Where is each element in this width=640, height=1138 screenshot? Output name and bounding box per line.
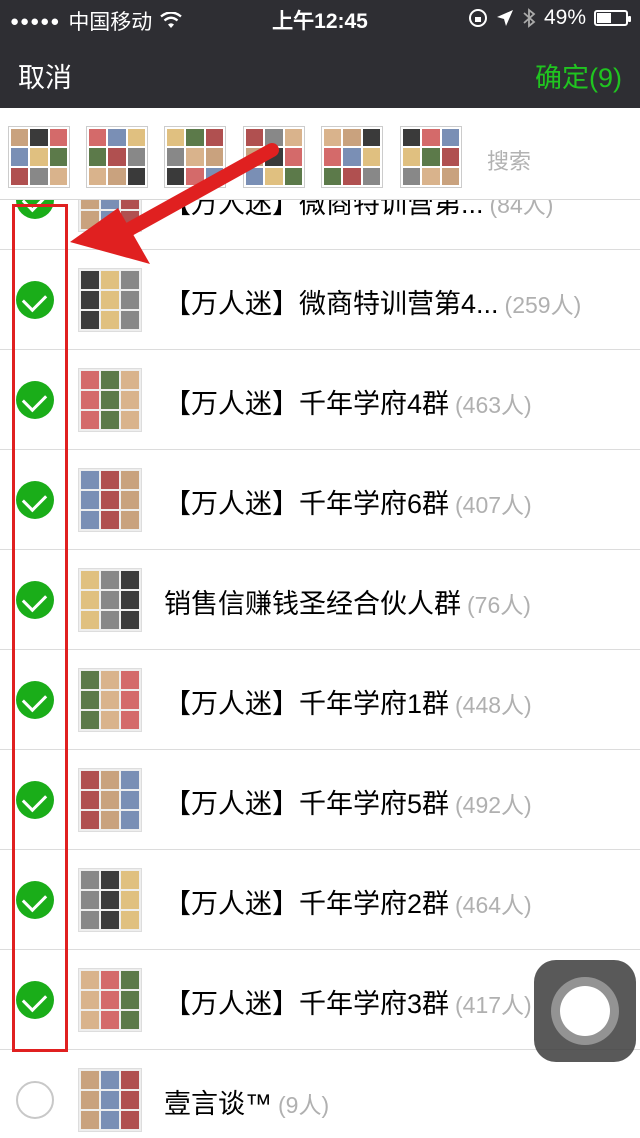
selected-group-avatar[interactable] (86, 126, 148, 188)
group-member-count: (463人) (455, 392, 532, 418)
group-avatar (78, 768, 142, 832)
selected-group-avatar[interactable] (164, 126, 226, 188)
group-name-text: 【万人迷】千年学府1群 (164, 689, 450, 719)
group-name-text: 【万人迷】千年学府4群 (164, 389, 450, 419)
group-member-count: (417人) (455, 992, 532, 1018)
checked-checkbox-icon[interactable] (16, 581, 54, 619)
group-name-text: 【万人迷】千年学府5群 (164, 789, 450, 819)
checked-checkbox-icon[interactable] (16, 381, 54, 419)
selected-group-avatar[interactable] (400, 126, 462, 188)
group-name-text: 【万人迷】千年学府3群 (164, 989, 450, 1019)
group-avatar (78, 868, 142, 932)
group-name: 【万人迷】微商特训营第... (84人) (164, 200, 553, 221)
unchecked-checkbox-icon[interactable] (16, 1081, 54, 1119)
group-row[interactable]: 【万人迷】千年学府5群 (492人) (0, 750, 640, 850)
group-avatar (78, 368, 142, 432)
search-input[interactable]: 搜索 (487, 144, 531, 176)
group-row[interactable]: 【万人迷】微商特训营第4... (259人) (0, 250, 640, 350)
group-avatar (78, 968, 142, 1032)
group-name-text: 【万人迷】微商特训营第4... (164, 289, 499, 319)
group-member-count: (464人) (455, 892, 532, 918)
checked-checkbox-icon[interactable] (16, 881, 54, 919)
group-member-count: (407人) (455, 492, 532, 518)
group-member-count: (259人) (504, 292, 582, 318)
selected-groups-bar (0, 108, 640, 200)
group-name: 壹言谈™ (9人) (164, 1082, 329, 1121)
group-row[interactable]: 【万人迷】微商特训营第... (84人) (0, 200, 640, 250)
checked-checkbox-icon[interactable] (16, 981, 54, 1019)
group-name: 【万人迷】千年学府4群 (463人) (164, 382, 532, 421)
checked-checkbox-icon[interactable] (16, 281, 54, 319)
rotation-lock-icon (468, 9, 487, 27)
group-name-text: 【万人迷】微商特训营第... (164, 200, 484, 219)
group-name: 【万人迷】微商特训营第4... (259人) (164, 282, 581, 321)
group-name: 【万人迷】千年学府1群 (448人) (164, 682, 532, 721)
group-member-count: (76人) (467, 592, 531, 618)
group-member-count: (9人) (278, 1092, 330, 1118)
group-row[interactable]: 销售信赚钱圣经合伙人群 (76人) (0, 550, 640, 650)
checked-checkbox-icon[interactable] (16, 481, 54, 519)
group-row[interactable]: 【万人迷】千年学府2群 (464人) (0, 850, 640, 950)
group-member-count: (84人) (489, 200, 554, 218)
group-name-text: 【万人迷】千年学府2群 (164, 889, 450, 919)
group-name-text: 销售信赚钱圣经合伙人群 (164, 589, 461, 619)
group-avatar (78, 200, 142, 232)
group-name-text: 壹言谈™ (164, 1089, 272, 1119)
checked-checkbox-icon[interactable] (16, 781, 54, 819)
selected-group-avatar[interactable] (321, 126, 383, 188)
group-name: 销售信赚钱圣经合伙人群 (76人) (164, 582, 531, 621)
status-bar: ●●●●● 中国移动 上午12:45 49% (0, 0, 640, 36)
group-name-text: 【万人迷】千年学府6群 (164, 489, 450, 519)
checked-checkbox-icon[interactable] (16, 200, 54, 219)
group-row[interactable]: 【万人迷】千年学府1群 (448人) (0, 650, 640, 750)
assistive-touch-button[interactable] (534, 960, 636, 1062)
group-row[interactable]: 【万人迷】千年学府4群 (463人) (0, 350, 640, 450)
bluetooth-icon (523, 8, 536, 28)
group-name: 【万人迷】千年学府3群 (417人) (164, 982, 532, 1021)
group-row[interactable]: 【万人迷】千年学府6群 (407人) (0, 450, 640, 550)
group-avatar (78, 268, 142, 332)
checked-checkbox-icon[interactable] (16, 681, 54, 719)
group-member-count: (448人) (455, 692, 532, 718)
group-avatar (78, 668, 142, 732)
nav-bar: 取消 确定(9) (0, 36, 640, 108)
location-arrow-icon (496, 10, 513, 26)
group-member-count: (492人) (455, 792, 532, 818)
group-avatar (78, 468, 142, 532)
group-name: 【万人迷】千年学府2群 (464人) (164, 882, 532, 921)
battery-icon (594, 10, 631, 26)
group-avatar (78, 1068, 142, 1132)
status-right: 49% (468, 6, 631, 30)
group-avatar (78, 568, 142, 632)
cancel-button[interactable]: 取消 (18, 56, 72, 95)
assistive-touch-center (560, 986, 610, 1036)
selected-group-avatar[interactable] (8, 126, 70, 188)
group-name: 【万人迷】千年学府6群 (407人) (164, 482, 532, 521)
group-row[interactable]: 壹言谈™ (9人) (0, 1050, 640, 1138)
selected-group-avatar[interactable] (243, 126, 305, 188)
group-name: 【万人迷】千年学府5群 (492人) (164, 782, 532, 821)
confirm-button[interactable]: 确定(9) (535, 56, 622, 95)
battery-percent: 49% (543, 6, 586, 29)
